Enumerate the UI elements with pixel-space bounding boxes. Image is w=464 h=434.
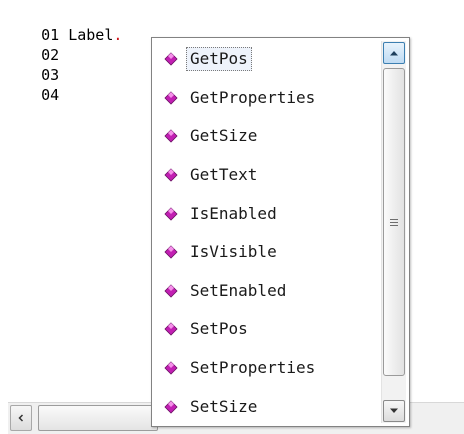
completion-label: SetProperties bbox=[190, 358, 316, 378]
scroll-up-button[interactable] bbox=[383, 42, 405, 64]
method-gem-icon bbox=[164, 322, 178, 337]
completion-label: SetPos bbox=[190, 319, 248, 339]
list-item[interactable]: SetEnabled bbox=[152, 272, 382, 311]
method-gem-icon bbox=[164, 400, 178, 414]
triangle-up-icon bbox=[390, 51, 398, 56]
list-item[interactable]: IsEnabled bbox=[152, 194, 382, 233]
autocomplete-popup[interactable]: GetPos GetProperties GetSize GetText IsE… bbox=[151, 37, 410, 427]
triangle-down-icon bbox=[390, 408, 398, 413]
completion-label: GetSize bbox=[190, 126, 258, 146]
list-item[interactable]: SetSize bbox=[152, 387, 382, 426]
completion-label: IsVisible bbox=[190, 242, 277, 262]
vertical-scrollbar[interactable] bbox=[381, 41, 406, 423]
completion-label: SetSize bbox=[190, 396, 258, 416]
completion-label: GetPos bbox=[186, 47, 252, 72]
method-gem-icon bbox=[164, 284, 178, 298]
member-access-dot: . bbox=[113, 26, 123, 44]
list-item[interactable]: GetSize bbox=[152, 117, 382, 156]
method-gem-icon bbox=[164, 91, 178, 105]
vertical-scroll-thumb[interactable] bbox=[383, 68, 405, 376]
list-item[interactable]: GetPos bbox=[152, 40, 382, 79]
code-text: Label bbox=[68, 26, 114, 44]
grip-icon bbox=[390, 218, 398, 226]
method-gem-icon bbox=[164, 207, 178, 221]
list-item[interactable]: IsVisible bbox=[152, 233, 382, 272]
code-line-4[interactable]: 04 bbox=[5, 65, 59, 104]
scroll-left-button[interactable] bbox=[10, 405, 32, 431]
method-gem-icon bbox=[164, 168, 178, 182]
completion-label: GetText bbox=[190, 165, 258, 185]
completion-label: SetEnabled bbox=[190, 280, 287, 300]
method-gem-icon bbox=[164, 52, 178, 66]
scroll-down-button[interactable] bbox=[383, 400, 405, 422]
method-gem-icon bbox=[164, 245, 178, 259]
method-gem-icon bbox=[164, 361, 178, 375]
completion-label: GetProperties bbox=[190, 87, 316, 107]
chevron-left-icon bbox=[18, 414, 24, 422]
method-gem-icon bbox=[164, 129, 178, 144]
code-line-1[interactable]: 01 Label. bbox=[5, 5, 122, 44]
code-line-2[interactable]: 02 bbox=[5, 25, 59, 64]
list-item[interactable]: SetPos bbox=[152, 310, 382, 349]
line-number: 04 bbox=[41, 86, 60, 104]
list-item[interactable]: SetProperties bbox=[152, 349, 382, 388]
completion-list[interactable]: GetPos GetProperties GetSize GetText IsE… bbox=[152, 40, 382, 426]
list-item[interactable]: GetText bbox=[152, 156, 382, 195]
completion-label: IsEnabled bbox=[190, 203, 277, 223]
list-item[interactable]: GetProperties bbox=[152, 79, 382, 118]
code-line-3[interactable]: 03 bbox=[5, 45, 59, 84]
horizontal-scroll-thumb[interactable] bbox=[38, 405, 158, 431]
